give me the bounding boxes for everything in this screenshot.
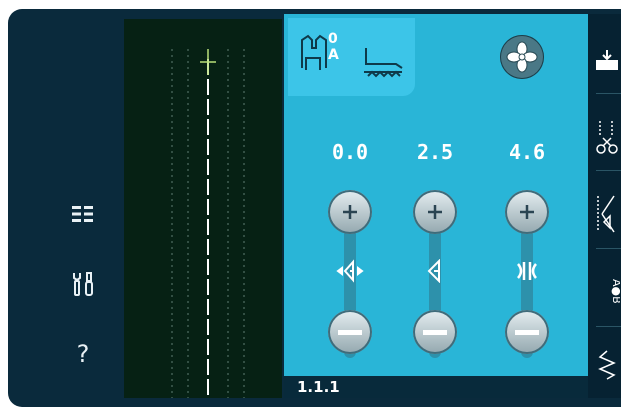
stitch-program-button[interactable] (590, 334, 621, 396)
tie-off-button[interactable] (590, 30, 621, 92)
stitch-mirror-icon (597, 195, 615, 233)
presser-foot-box: 0 A (288, 18, 415, 96)
stitch-mirror-button[interactable] (590, 183, 621, 245)
presser-foot-icon (301, 34, 327, 70)
stitch-length-decrease-button[interactable] (413, 310, 457, 354)
plus-icon (520, 205, 534, 219)
sidebar-divider (596, 93, 621, 94)
stitch-number-label: 1.1.1 (297, 378, 340, 396)
stitch-position-icon (328, 254, 372, 288)
minus-icon (338, 330, 362, 335)
stitch-width-value: 4.6 (508, 140, 546, 164)
stitch-length-increase-button[interactable] (413, 190, 457, 234)
plus-icon (428, 205, 442, 219)
svg-text:A●B: A●B (610, 279, 620, 304)
settings-tools-icon[interactable] (60, 264, 106, 304)
sequence-icon: A●B (610, 279, 620, 304)
help-icon: ? (76, 340, 90, 368)
stitch-length-value: 2.5 (416, 140, 454, 164)
thread-cutter-button[interactable] (590, 106, 621, 168)
stitch-position-decrease-button[interactable] (328, 310, 372, 354)
sidebar-divider (596, 326, 621, 327)
stitch-menu-icon[interactable] (60, 194, 106, 234)
stitch-position-increase-button[interactable] (328, 190, 372, 234)
sequence-button[interactable]: A●B (590, 258, 621, 320)
foot-code-top: 0 (328, 31, 338, 47)
sewing-machine-screen: ? 0 A 0.0 2.5 4.6 1.1.1 A●B (0, 0, 621, 416)
fan-icon (506, 41, 538, 73)
minus-icon (515, 330, 539, 335)
stitch-length-icon (413, 254, 457, 288)
minus-icon (423, 330, 447, 335)
stitch-position-value: 0.0 (331, 140, 369, 164)
stitch-width-increase-button[interactable] (505, 190, 549, 234)
stitch-program-icon (598, 350, 616, 380)
stitch-width-decrease-button[interactable] (505, 310, 549, 354)
stitch-preview (124, 19, 282, 398)
stitch-width-icon (505, 254, 549, 288)
help-button[interactable]: ? (60, 334, 106, 374)
sidebar-divider (596, 248, 621, 249)
sewing-options-button[interactable] (500, 35, 544, 79)
feed-dogs-icon (364, 48, 403, 78)
thread-cutter-icon (596, 121, 618, 154)
sidebar-divider (596, 170, 621, 171)
plus-icon (343, 205, 357, 219)
foot-code-bottom: A (328, 47, 339, 63)
tie-off-icon (596, 50, 618, 70)
